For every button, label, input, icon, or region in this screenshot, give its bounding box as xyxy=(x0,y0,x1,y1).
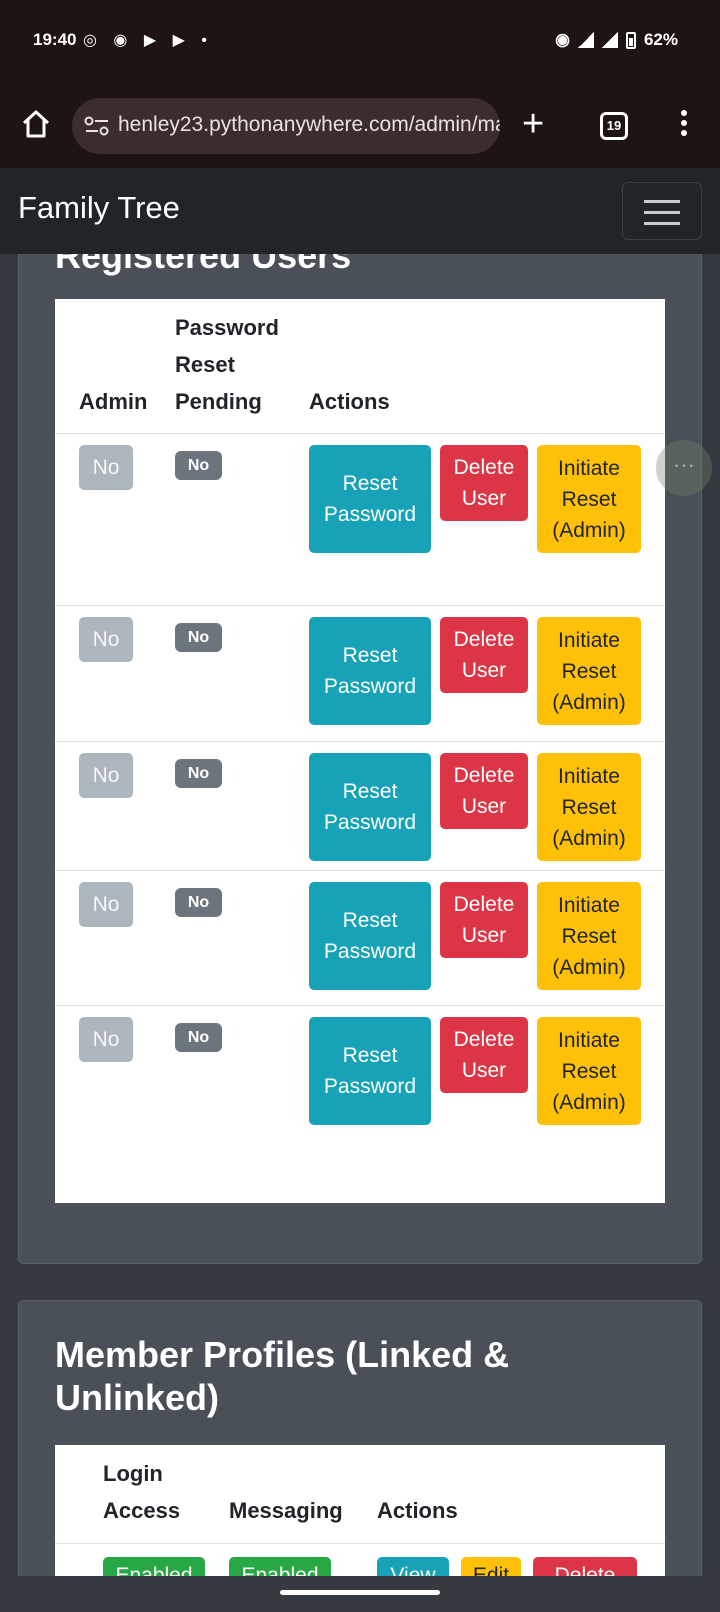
initiate-reset-admin-button[interactable]: Initiate Reset (Admin) xyxy=(537,882,641,990)
delete-user-button[interactable]: Delete User xyxy=(440,617,528,693)
button-label: Reset Password xyxy=(323,472,417,526)
button-label: Reset Password xyxy=(323,1044,417,1098)
battery-icon xyxy=(625,31,636,49)
reset-password-button[interactable]: Reset Password xyxy=(309,882,431,990)
admin-status-button[interactable]: No xyxy=(79,882,133,927)
registered-users-card: Registered Users Admin Password Reset Pe… xyxy=(18,200,702,1264)
reset-password-button[interactable]: Reset Password xyxy=(309,1017,431,1125)
delete-user-button[interactable]: Delete User xyxy=(440,1017,528,1093)
initiate-reset-admin-button[interactable]: Initiate Reset (Admin) xyxy=(537,445,641,553)
battery-percent: 62% xyxy=(643,30,678,49)
gesture-bar xyxy=(0,1576,720,1612)
tab-switcher-button[interactable]: 19 xyxy=(600,112,628,140)
users-table: Admin Password Reset Pending Actions No N… xyxy=(55,299,665,1203)
delete-user-button[interactable]: Delete User xyxy=(440,753,528,829)
divider xyxy=(55,1005,665,1006)
header-actions: Actions xyxy=(309,389,390,414)
header-reset-pending-3: Pending xyxy=(175,389,262,414)
status-right: ◉ 62% xyxy=(555,30,678,50)
header-login-2: Access xyxy=(103,1498,181,1523)
delete-user-button[interactable]: Delete User xyxy=(440,445,528,521)
button-label: Initiate Reset (Admin) xyxy=(552,764,626,850)
admin-status-button[interactable]: No xyxy=(79,753,133,798)
signal-icon xyxy=(577,32,594,48)
reset-password-button[interactable]: Reset Password xyxy=(309,445,431,553)
divider xyxy=(55,605,665,606)
browser-toolbar: henley23.pythonanywhere.com/admin/ma + 1… xyxy=(0,84,720,168)
brand-link[interactable]: Family Tree xyxy=(18,190,180,226)
button-label: Initiate Reset (Admin) xyxy=(552,1028,626,1114)
reset-pending-badge: No xyxy=(175,1023,222,1052)
header-reset-pending-1: Password xyxy=(175,315,279,340)
button-label: Delete User xyxy=(453,628,515,682)
header-actions: Actions xyxy=(377,1498,458,1523)
admin-status-button[interactable]: No xyxy=(79,617,133,662)
notification-icons: ◎ ◉ ▶ ▶ • xyxy=(83,32,213,49)
button-label: Delete User xyxy=(453,893,515,947)
button-label: Initiate Reset (Admin) xyxy=(552,628,626,714)
button-label: Delete User xyxy=(453,456,515,510)
button-label: Reset Password xyxy=(323,644,417,698)
site-navbar: Family Tree xyxy=(0,168,720,254)
alarm-icon: ◉ xyxy=(555,30,570,49)
admin-status-button[interactable]: No xyxy=(79,445,133,490)
button-label: Delete User xyxy=(453,1028,515,1082)
more-menu-icon[interactable] xyxy=(676,110,692,142)
delete-user-button[interactable]: Delete User xyxy=(440,882,528,958)
header-messaging: Messaging xyxy=(229,1498,343,1523)
button-label: Reset Password xyxy=(323,780,417,834)
reset-password-button[interactable]: Reset Password xyxy=(309,617,431,725)
floating-bubble-icon[interactable]: ··· xyxy=(656,440,712,496)
divider xyxy=(55,1543,665,1544)
url-bar[interactable]: henley23.pythonanywhere.com/admin/ma xyxy=(72,98,500,154)
reset-pending-badge: No xyxy=(175,451,222,480)
header-reset-pending-2: Reset xyxy=(175,352,235,377)
site-settings-icon[interactable] xyxy=(84,114,110,138)
status-bar: 19:40 ◎ ◉ ▶ ▶ • ◉ 62% xyxy=(0,0,720,84)
button-label: Delete User xyxy=(453,764,515,818)
admin-status-button[interactable]: No xyxy=(79,1017,133,1062)
section-title: Member Profiles (Linked & Unlinked) xyxy=(55,1334,510,1418)
url-text[interactable]: henley23.pythonanywhere.com/admin/ma xyxy=(118,113,500,137)
initiate-reset-admin-button[interactable]: Initiate Reset (Admin) xyxy=(537,753,641,861)
button-label: Reset Password xyxy=(323,909,417,963)
reset-pending-badge: No xyxy=(175,888,222,917)
status-time: 19:40 xyxy=(33,30,77,49)
navbar-toggler-button[interactable] xyxy=(622,182,702,240)
header-login-1: Login xyxy=(103,1461,163,1486)
header-admin: Admin xyxy=(79,389,148,414)
initiate-reset-admin-button[interactable]: Initiate Reset (Admin) xyxy=(537,617,641,725)
divider xyxy=(55,433,665,434)
new-tab-icon[interactable]: + xyxy=(522,104,544,144)
button-label: Initiate Reset (Admin) xyxy=(552,456,626,542)
signal-icon xyxy=(601,32,618,48)
reset-pending-badge: No xyxy=(175,623,222,652)
initiate-reset-admin-button[interactable]: Initiate Reset (Admin) xyxy=(537,1017,641,1125)
reset-password-button[interactable]: Reset Password xyxy=(309,753,431,861)
divider xyxy=(55,870,665,871)
divider xyxy=(55,741,665,742)
button-label: Initiate Reset (Admin) xyxy=(552,893,626,979)
reset-pending-badge: No xyxy=(175,759,222,788)
home-icon[interactable] xyxy=(20,108,52,140)
member-profiles-card: Member Profiles (Linked & Unlinked) Logi… xyxy=(18,1300,702,1612)
